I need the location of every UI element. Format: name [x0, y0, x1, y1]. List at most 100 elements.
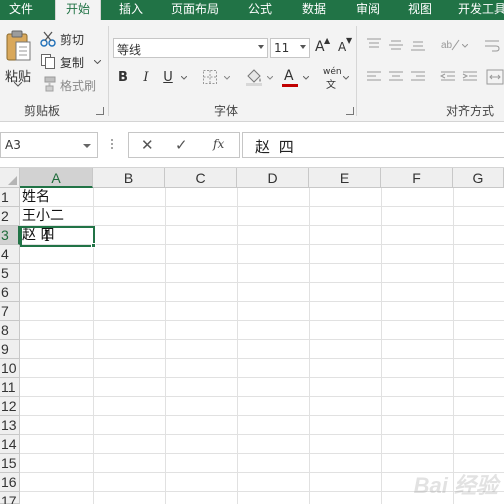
format-painter-label: 格式刷	[60, 79, 97, 93]
row-header-12[interactable]: 12	[0, 397, 20, 416]
align-right-icon[interactable]	[410, 70, 426, 84]
row-header-5[interactable]: 5	[0, 264, 20, 283]
column-header-e[interactable]: E	[309, 168, 381, 188]
chevron-down-icon[interactable]	[343, 76, 349, 80]
gridline	[20, 358, 504, 359]
tab-developer[interactable]: 开发工具	[454, 0, 504, 20]
column-header-d[interactable]: D	[237, 168, 309, 188]
font-name-combo[interactable]: 等线	[113, 38, 268, 58]
decrease-indent-icon[interactable]	[440, 70, 456, 84]
row-header-6[interactable]: 6	[0, 283, 20, 302]
row-header-13[interactable]: 13	[0, 416, 20, 435]
cell-a2[interactable]: 王小二	[22, 207, 64, 226]
align-middle-icon[interactable]	[388, 38, 404, 52]
watermark: Bai 经验	[413, 473, 498, 498]
bold-button[interactable]: B	[114, 69, 132, 87]
chevron-down-icon[interactable]	[303, 76, 309, 80]
font-size-combo[interactable]: 11	[270, 38, 310, 58]
increase-indent-icon[interactable]	[462, 70, 478, 84]
formula-bar-grip-icon[interactable]	[110, 134, 114, 154]
chevron-down-icon[interactable]	[267, 76, 273, 80]
row-header-8[interactable]: 8	[0, 321, 20, 340]
tab-page-layout[interactable]: 页面布局	[164, 0, 226, 20]
row-header-9[interactable]: 9	[0, 340, 20, 359]
borders-icon[interactable]	[202, 69, 218, 85]
group-separator	[356, 26, 357, 116]
tab-home[interactable]: 开始	[55, 0, 101, 20]
format-painter-button[interactable]: 格式刷	[40, 76, 100, 94]
copy-label: 复制	[60, 56, 85, 70]
font-name-value: 等线	[117, 43, 142, 57]
orientation-icon[interactable]: ab	[440, 36, 460, 52]
chevron-down-icon	[258, 45, 264, 49]
column-header-a[interactable]: A	[20, 168, 93, 188]
confirm-entry-button[interactable]: ✓	[175, 136, 188, 154]
row-header-3[interactable]: 3	[0, 226, 20, 245]
paste-icon	[6, 30, 31, 61]
tab-insert[interactable]: 插入	[112, 0, 150, 20]
column-header-c[interactable]: C	[165, 168, 237, 188]
row-header-15[interactable]: 15	[0, 454, 20, 473]
align-center-icon[interactable]	[388, 70, 404, 84]
grow-font-button[interactable]: A ▲	[314, 36, 332, 57]
worksheet-grid[interactable]: A B C D E F G 1 2 3 4 5 6 7 8 9 10 11 12…	[0, 168, 504, 504]
clipboard-launcher-icon[interactable]	[96, 107, 104, 115]
phonetic-guide-button[interactable]: wén 文	[320, 67, 342, 91]
cut-label: 剪切	[60, 33, 85, 47]
gridline	[20, 434, 504, 435]
underline-button[interactable]: U	[159, 69, 177, 87]
align-bottom-icon[interactable]	[410, 38, 426, 52]
insert-function-button[interactable]: fx	[213, 137, 224, 151]
row-header-7[interactable]: 7	[0, 302, 20, 321]
tab-file[interactable]: 文件	[0, 0, 42, 20]
column-header-f[interactable]: F	[381, 168, 453, 188]
fill-color-icon[interactable]	[245, 68, 263, 86]
formula-input[interactable]: 赵 四	[242, 132, 504, 158]
tab-data[interactable]: 数据	[294, 0, 334, 20]
font-launcher-icon[interactable]	[346, 107, 354, 115]
ribbon-tab-bar: 文件 开始 插入 页面布局 公式 数据 审阅 视图 开发工具	[0, 0, 504, 20]
column-header-b[interactable]: B	[93, 168, 165, 188]
row-header-10[interactable]: 10	[0, 359, 20, 378]
svg-text:ab: ab	[441, 40, 453, 51]
copy-button[interactable]: 复制	[40, 53, 102, 71]
gridline	[20, 282, 504, 283]
row-header-2[interactable]: 2	[0, 207, 20, 226]
gridline	[20, 339, 504, 340]
align-top-icon[interactable]	[366, 38, 382, 52]
active-cell-border	[20, 226, 95, 247]
tab-review[interactable]: 审阅	[348, 0, 388, 20]
shrink-font-button[interactable]: A ▼	[337, 36, 355, 57]
align-left-icon[interactable]	[366, 70, 382, 84]
name-box[interactable]: A3	[0, 132, 98, 158]
cell-a1[interactable]: 姓名	[22, 188, 50, 207]
merge-center-icon[interactable]	[486, 69, 504, 85]
gridline	[20, 320, 504, 321]
cut-button[interactable]: 剪切	[40, 30, 90, 48]
select-all-button[interactable]	[0, 168, 20, 188]
fill-handle[interactable]	[91, 243, 96, 248]
paste-button[interactable]: 粘贴	[2, 26, 34, 90]
tab-view[interactable]: 视图	[400, 0, 440, 20]
chevron-down-icon[interactable]	[224, 76, 230, 80]
gridline	[165, 188, 166, 504]
row-header-11[interactable]: 11	[0, 378, 20, 397]
tab-formulas[interactable]: 公式	[240, 0, 280, 20]
phonetic-char-icon: 文	[326, 80, 336, 91]
font-color-button[interactable]: A	[281, 68, 299, 88]
scissors-icon	[40, 31, 56, 47]
chevron-down-icon[interactable]	[181, 76, 187, 80]
cancel-entry-button[interactable]: ✕	[141, 136, 154, 154]
column-header-g[interactable]: G	[453, 168, 504, 188]
chevron-down-icon[interactable]	[462, 44, 468, 48]
formula-content: 赵 四	[255, 138, 296, 156]
row-header-4[interactable]: 4	[0, 245, 20, 264]
chevron-down-icon	[94, 60, 101, 64]
italic-button[interactable]: I	[137, 69, 155, 87]
row-header-1[interactable]: 1	[0, 188, 20, 207]
row-header-16[interactable]: 16	[0, 473, 20, 492]
row-header-17[interactable]: 17	[0, 492, 20, 504]
chevron-down-icon	[14, 82, 22, 87]
wrap-text-icon[interactable]	[484, 38, 500, 54]
row-header-14[interactable]: 14	[0, 435, 20, 454]
